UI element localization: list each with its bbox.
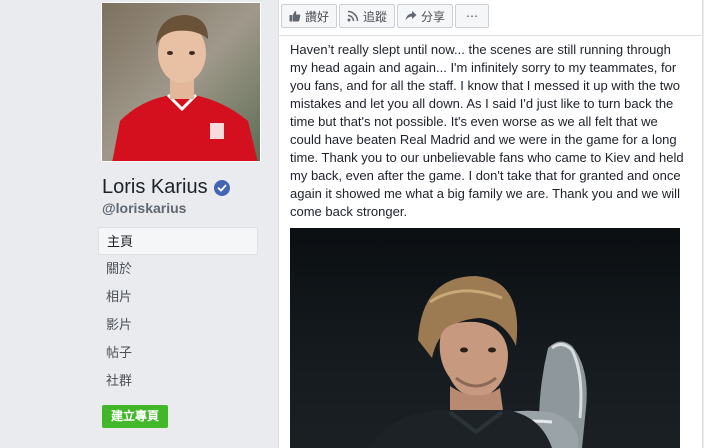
follow-label: 追蹤	[363, 9, 388, 24]
more-options-button[interactable]: ⋯	[455, 4, 490, 28]
create-page-button[interactable]: 建立專頁	[102, 405, 169, 428]
nav-item-community[interactable]: 社群	[98, 367, 258, 395]
like-label: 讚好	[305, 9, 330, 24]
nav-item-about[interactable]: 關於	[98, 255, 258, 283]
nav-item-home[interactable]: 主頁	[98, 227, 258, 255]
thumbs-up-icon	[289, 11, 301, 22]
share-button[interactable]: 分享	[397, 4, 454, 28]
more-icon: ⋯	[466, 9, 479, 23]
post-action-bar: 讚好 追蹤 分享 ⋯	[279, 4, 490, 28]
left-column: Loris Karius @loriskarius 主頁 關於 相片 影片 帖子…	[0, 0, 270, 448]
post-body-text: Haven’t really slept until now... the sc…	[290, 42, 684, 219]
profile-picture[interactable]	[101, 2, 261, 162]
post-photo[interactable]	[290, 228, 680, 448]
action-bar-divider	[279, 35, 702, 36]
like-button[interactable]: 讚好	[281, 4, 338, 28]
nav-item-videos[interactable]: 影片	[98, 311, 258, 339]
profile-photo-art	[102, 3, 260, 161]
share-arrow-icon	[405, 11, 417, 21]
follow-button[interactable]: 追蹤	[339, 4, 396, 28]
nav-item-photos[interactable]: 相片	[98, 283, 258, 311]
page-name[interactable]: Loris Karius	[102, 176, 208, 199]
page-handle[interactable]: @loriskarius	[102, 200, 186, 216]
page-nav: 主頁 關於 相片 影片 帖子 社群	[98, 227, 258, 395]
post-card: 讚好 追蹤 分享 ⋯ Haven’t really slept until no…	[278, 0, 703, 448]
post-photo-art	[370, 276, 587, 448]
share-label: 分享	[421, 9, 446, 24]
verified-badge-icon	[213, 179, 230, 196]
nav-item-posts[interactable]: 帖子	[98, 339, 258, 367]
rss-icon	[347, 10, 359, 22]
page-name-row: Loris Karius	[102, 176, 230, 199]
